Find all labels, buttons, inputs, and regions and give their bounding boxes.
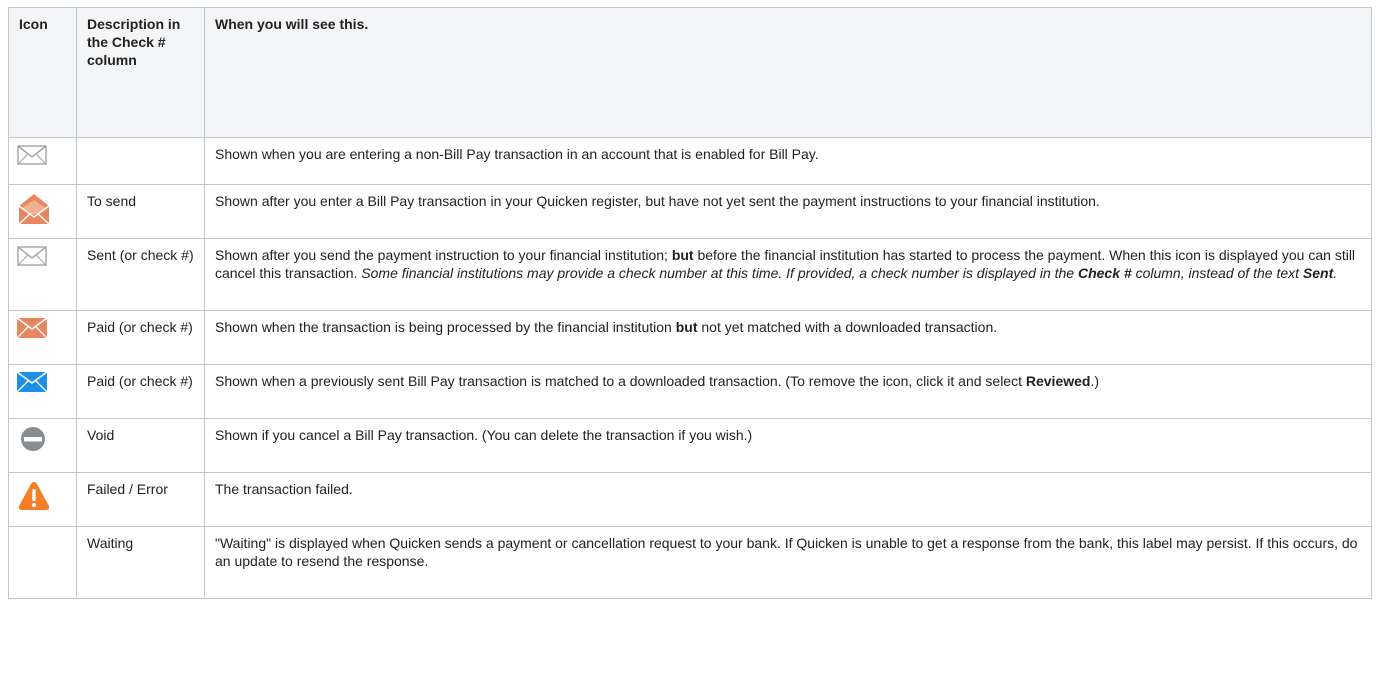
when-bold-italic: Check #	[1077, 265, 1132, 281]
icon-cell	[8, 418, 77, 473]
description-cell: Void	[76, 418, 205, 473]
when-cell: The transaction failed.	[204, 472, 1372, 527]
table-row: Waiting "Waiting" is displayed when Quic…	[8, 526, 1372, 599]
table-row: Paid (or check #) Shown when a previousl…	[8, 364, 1372, 419]
icon-cell	[8, 364, 77, 419]
bill-pay-status-table: Icon Description in the Check # column W…	[8, 7, 1372, 599]
description-cell: Sent (or check #)	[76, 238, 205, 311]
when-italic-text: column, instead of the text	[1131, 265, 1303, 281]
table-row: Shown when you are entering a non-Bill P…	[8, 137, 1372, 185]
when-cell: Shown when a previously sent Bill Pay tr…	[204, 364, 1372, 419]
description-cell	[76, 137, 205, 185]
icon-cell	[8, 137, 77, 185]
when-cell: Shown after you send the payment instruc…	[204, 238, 1372, 311]
when-text: Shown after you send the payment instruc…	[215, 247, 672, 263]
when-bold: Reviewed	[1025, 373, 1091, 389]
when-cell: Shown after you enter a Bill Pay transac…	[204, 184, 1372, 239]
when-cell: Shown when you are entering a non-Bill P…	[204, 137, 1372, 185]
when-bold: but	[675, 319, 698, 335]
icon-cell	[8, 472, 77, 527]
header-when: When you will see this.	[204, 7, 1372, 138]
envelope-orange-icon	[17, 318, 47, 338]
when-text: .)	[1090, 373, 1100, 389]
when-text: Shown when a previously sent Bill Pay tr…	[215, 373, 1026, 389]
table-header-row: Icon Description in the Check # column W…	[8, 7, 1372, 138]
when-text: Shown when the transaction is being proc…	[215, 319, 676, 335]
when-italic-text: .	[1333, 265, 1338, 281]
header-icon: Icon	[8, 7, 77, 138]
icon-cell	[8, 526, 77, 599]
when-text: not yet matched with a downloaded transa…	[697, 319, 998, 335]
when-cell: Shown when the transaction is being proc…	[204, 310, 1372, 365]
icon-cell	[8, 310, 77, 365]
description-cell: To send	[76, 184, 205, 239]
description-cell: Paid (or check #)	[76, 364, 205, 419]
envelope-outline-gray-icon	[17, 246, 47, 266]
void-circle-icon	[21, 427, 45, 451]
header-description: Description in the Check # column	[76, 7, 205, 138]
table-row: Sent (or check #) Shown after you send t…	[8, 238, 1372, 311]
table-row: To send Shown after you enter a Bill Pay…	[8, 184, 1372, 239]
description-cell: Failed / Error	[76, 472, 205, 527]
envelope-outline-gray-icon	[17, 145, 47, 165]
description-cell: Paid (or check #)	[76, 310, 205, 365]
when-italic-text: Some financial institutions may provide …	[361, 265, 1078, 281]
warning-triangle-icon	[18, 482, 50, 510]
when-bold: but	[671, 247, 694, 263]
table-row: Void Shown if you cancel a Bill Pay tran…	[8, 418, 1372, 473]
table-row: Paid (or check #) Shown when the transac…	[8, 310, 1372, 365]
when-italic: Some financial institutions may provide …	[361, 265, 1337, 281]
description-cell: Waiting	[76, 526, 205, 599]
icon-cell	[8, 184, 77, 239]
envelope-open-orange-icon	[18, 194, 50, 225]
when-bold-italic: Sent	[1302, 265, 1334, 281]
envelope-blue-icon	[17, 372, 47, 392]
table-row: Failed / Error The transaction failed.	[8, 472, 1372, 527]
when-cell: Shown if you cancel a Bill Pay transacti…	[204, 418, 1372, 473]
when-cell: "Waiting" is displayed when Quicken send…	[204, 526, 1372, 599]
icon-cell	[8, 238, 77, 311]
